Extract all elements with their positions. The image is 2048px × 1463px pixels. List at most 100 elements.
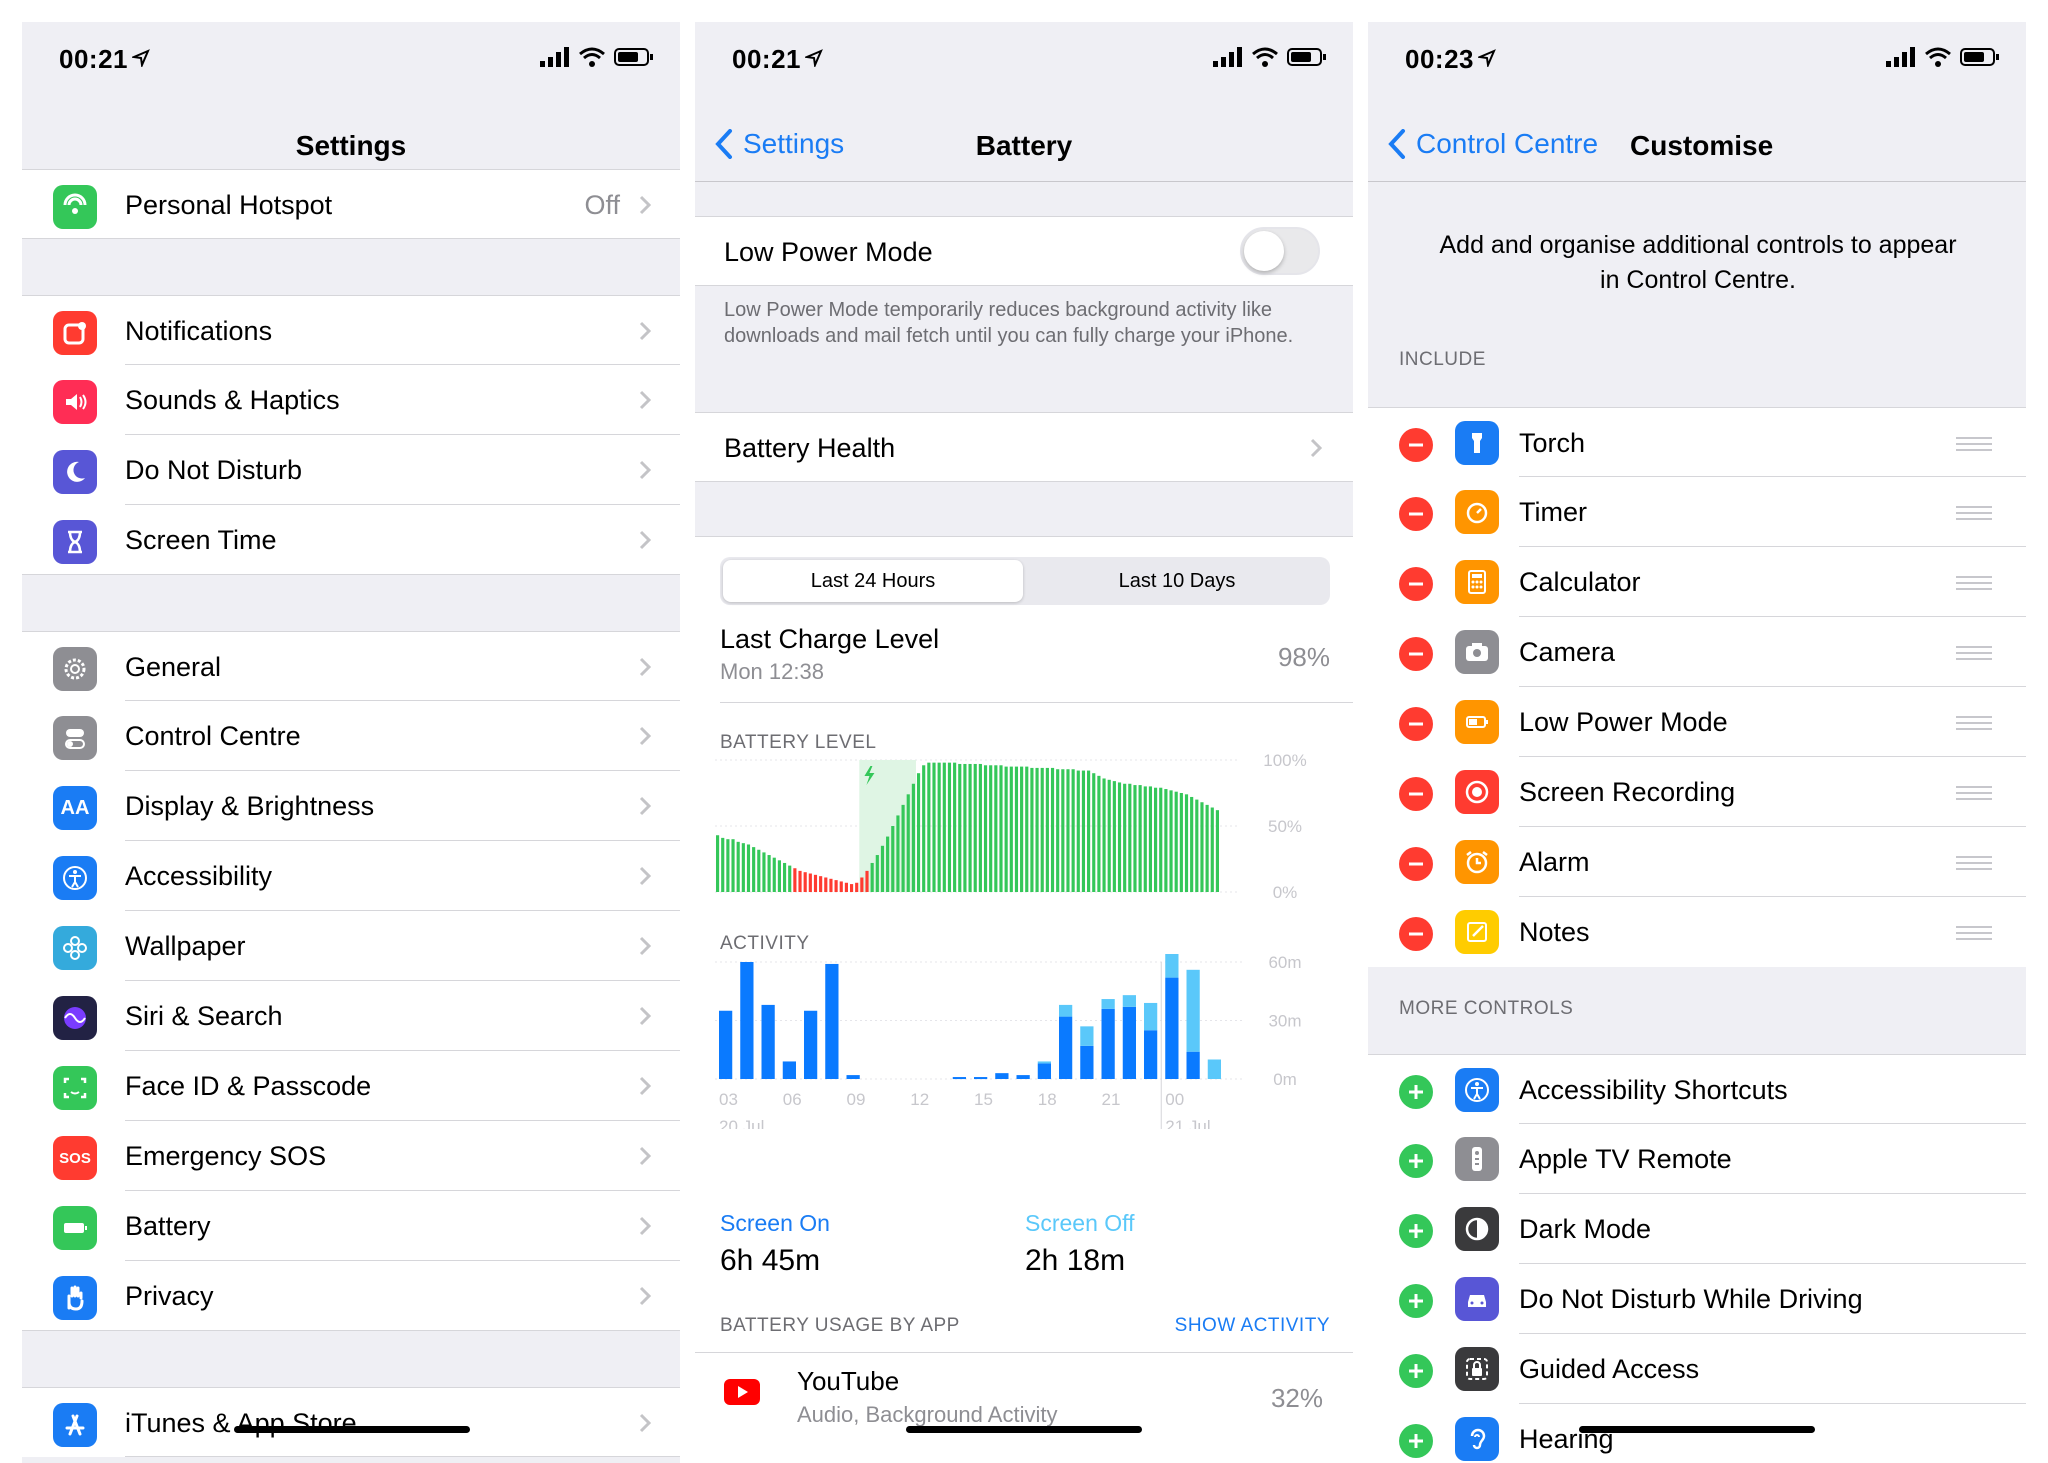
hand-icon [53,1276,97,1320]
row-label: Siri & Search [125,1001,283,1031]
included-control-screen-recording[interactable]: Screen Recording [1368,757,2026,827]
reorder-grip-icon[interactable] [1956,505,1992,521]
home-indicator [906,1426,1142,1433]
low-power-switch[interactable] [1240,227,1320,275]
settings-row-notifications[interactable]: Notifications [22,295,680,365]
included-control-timer[interactable]: Timer [1368,477,2026,547]
reorder-grip-icon[interactable] [1956,715,1992,731]
control-label: Torch [1519,428,1586,458]
settings-row-control-centre[interactable]: Control Centre [22,701,680,771]
chevron-right-icon [638,389,652,411]
home-indicator [1579,1426,1815,1433]
reorder-grip-icon[interactable] [1956,436,1992,452]
remove-button[interactable] [1399,637,1433,671]
settings-row-screen-time[interactable]: Screen Time [22,505,680,575]
reorder-grip-icon[interactable] [1956,645,1992,661]
battery-level-header: BATTERY LEVEL [720,732,877,753]
back-button[interactable]: Control Centre [1388,128,1598,160]
settings-row-emergency-sos[interactable]: SOS Emergency SOS [22,1121,680,1191]
wifi-icon [1252,47,1278,67]
reorder-grip-icon[interactable] [1956,925,1992,941]
settings-row-display-brightness[interactable]: AA Display & Brightness [22,771,680,841]
chevron-right-icon [638,1412,652,1434]
battery-health-row[interactable]: Battery Health [695,412,1353,482]
settings-row-do-not-disturb[interactable]: Do Not Disturb [22,435,680,505]
remove-button[interactable] [1399,847,1433,881]
battery-level-bar [1020,766,1024,892]
chevron-right-icon [638,1005,652,1027]
add-button[interactable] [1399,1354,1433,1388]
switch-knob [1244,231,1284,271]
remove-button[interactable] [1399,707,1433,741]
settings-row-personal-hotspot[interactable]: Personal Hotspot Off [22,169,680,239]
screen-on-bar [825,963,839,1079]
app-name: YouTube [797,1366,900,1396]
more-control-accessibility-shortcuts[interactable]: Accessibility Shortcuts [1368,1054,2026,1124]
add-button[interactable] [1399,1075,1433,1109]
included-control-camera[interactable]: Camera [1368,617,2026,687]
settings-row-siri-search[interactable]: Siri & Search [22,981,680,1051]
record-icon [1455,770,1499,814]
battery-level-bar [901,804,905,892]
battery-level-bar [752,847,756,892]
settings-row-itunes-app-store[interactable]: iTunes & App Store [22,1387,680,1457]
settings-row-accessibility[interactable]: Accessibility [22,841,680,911]
add-button[interactable] [1399,1214,1433,1248]
chevron-right-icon [638,656,652,678]
settings-row-general[interactable]: General [22,631,680,701]
battery-level-bar [886,836,890,892]
battery-level-bar [1045,767,1049,892]
accessibility-icon [53,856,97,900]
remove-button[interactable] [1399,497,1433,531]
remove-button[interactable] [1399,777,1433,811]
remove-button[interactable] [1399,428,1433,462]
x-tick-label: 00 [1165,1090,1184,1109]
settings-row-face-id-passcode[interactable]: Face ID & Passcode [22,1051,680,1121]
included-control-notes[interactable]: Notes [1368,897,2026,967]
add-button[interactable] [1399,1144,1433,1178]
more-control-hearing[interactable]: Hearing [1368,1404,2026,1463]
tab-last-10-days[interactable]: Last 10 Days [1027,560,1327,602]
settings-row-wallpaper[interactable]: Wallpaper [22,911,680,981]
sos-icon: SOS [53,1136,97,1180]
ear-icon [1455,1417,1499,1461]
screen-on-bar [1037,1063,1051,1079]
reorder-grip-icon[interactable] [1956,855,1992,871]
included-control-low-power-mode[interactable]: Low Power Mode [1368,687,2026,757]
battery-level-bar [973,763,977,892]
page-title: Settings [295,130,407,161]
control-label: Guided Access [1519,1354,1700,1384]
screen-on-bar [846,1075,860,1079]
screen-off-bar [1207,1059,1221,1079]
settings-row-privacy[interactable]: Privacy [22,1261,680,1331]
included-control-alarm[interactable]: Alarm [1368,827,2026,897]
more-control-dark-mode[interactable]: Dark Mode [1368,1194,2026,1264]
last-charge-time: Mon 12:38 [720,659,824,684]
battery-level-bar [1148,786,1153,892]
battery-level-bar [1143,786,1147,892]
activity-chart: 60m 30m 0m 03 06 09 12 15 18 21 00 20 Jul 21 Jul [715,954,1302,1129]
screen-on-bar [1059,1016,1073,1079]
remove-button[interactable] [1399,917,1433,951]
low-power-label: Low Power Mode [724,237,933,267]
included-control-torch[interactable]: Torch [1368,407,2026,477]
lock-icon [1455,1347,1499,1391]
screen-on-bar [1144,1030,1158,1079]
face-id-icon [53,1066,97,1110]
alarm-icon [1455,840,1499,884]
more-control-do-not-disturb-while-driving[interactable]: Do Not Disturb While Driving [1368,1264,2026,1334]
battery-level-bar [1097,775,1101,892]
more-control-apple-tv-remote[interactable]: Apple TV Remote [1368,1124,2026,1194]
screen-on-bar [804,1010,818,1079]
add-button[interactable] [1399,1284,1433,1318]
reorder-grip-icon[interactable] [1956,575,1992,591]
settings-row-sounds-haptics[interactable]: Sounds & Haptics [22,365,680,435]
reorder-grip-icon[interactable] [1956,785,1992,801]
settings-row-battery[interactable]: Battery [22,1191,680,1261]
more-control-guided-access[interactable]: Guided Access [1368,1334,2026,1404]
add-button[interactable] [1399,1424,1433,1458]
tab-last-24-hours[interactable]: Last 24 Hours [723,560,1023,602]
remove-button[interactable] [1399,567,1433,601]
included-control-calculator[interactable]: Calculator [1368,547,2026,617]
show-activity-link[interactable]: SHOW ACTIVITY [1175,1315,1330,1337]
